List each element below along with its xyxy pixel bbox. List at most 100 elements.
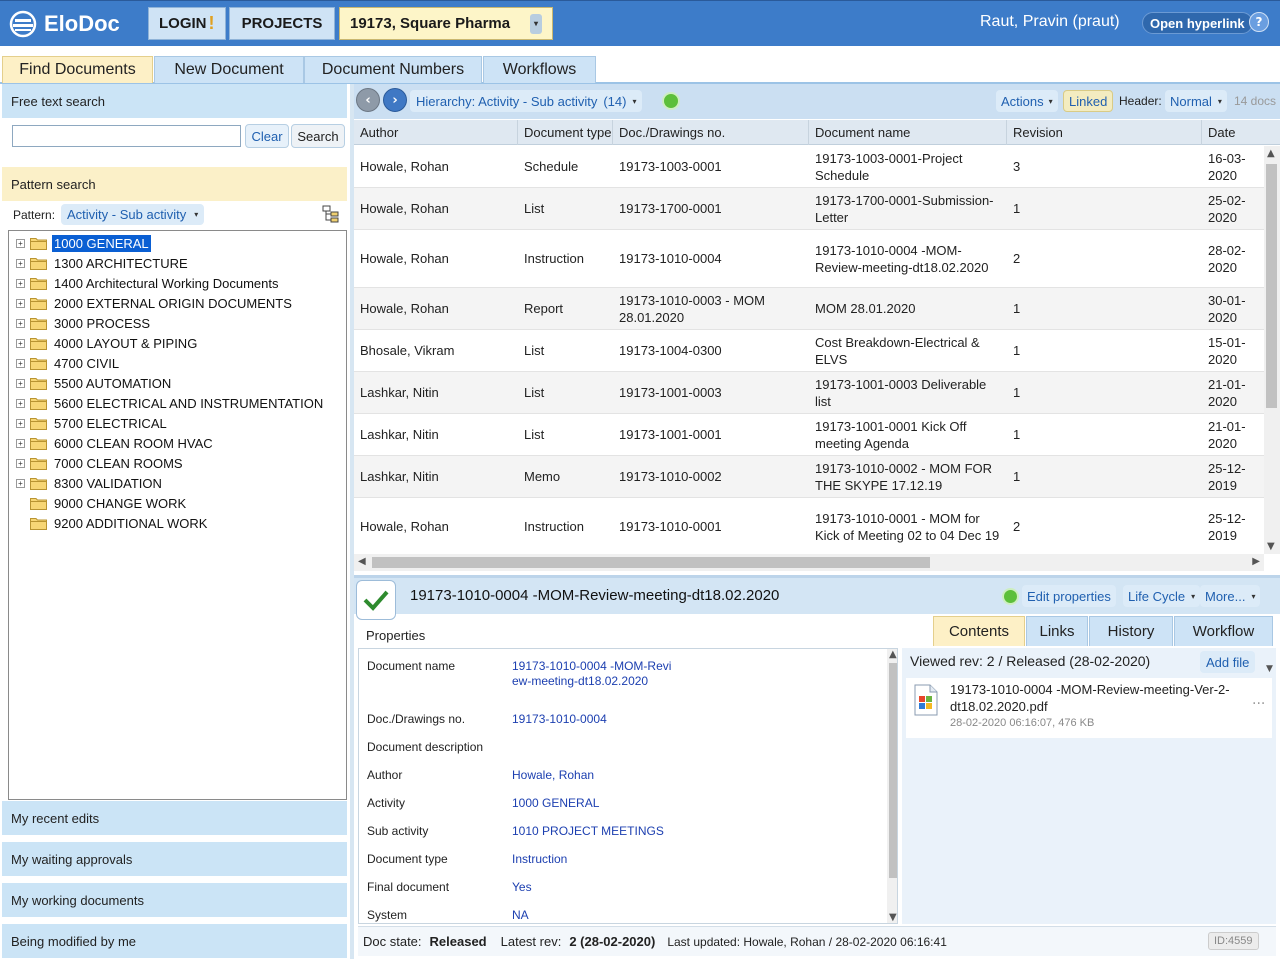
life-cycle-dropdown[interactable]: Life Cycle ▾ xyxy=(1123,585,1201,607)
search-button[interactable]: Search xyxy=(291,124,345,148)
expand-icon[interactable]: + xyxy=(16,398,25,408)
pattern-select[interactable]: Activity - Sub activity ▾ xyxy=(61,204,205,225)
add-file-button[interactable]: Add file xyxy=(1200,651,1256,673)
tree-node[interactable]: +1000 GENERAL xyxy=(9,233,346,253)
current-project-button[interactable]: 19173, Square Pharma ▾ xyxy=(339,7,553,40)
tree-node[interactable]: +7000 CLEAN ROOMS xyxy=(9,453,346,473)
grid-vertical-scrollbar[interactable]: ▲ ▼ xyxy=(1264,146,1280,554)
expand-icon[interactable]: + xyxy=(16,298,25,308)
projects-button[interactable]: PROJECTS xyxy=(229,7,335,40)
forward-arrow-icon[interactable]: › xyxy=(383,88,407,112)
tab-new-document[interactable]: New Document xyxy=(154,56,304,83)
linked-toggle[interactable]: Linked xyxy=(1063,90,1114,112)
expand-icon[interactable]: + xyxy=(16,318,25,328)
refresh-icon[interactable] xyxy=(662,92,680,110)
property-value[interactable]: Howale, Rohan xyxy=(512,768,682,783)
tree-node[interactable]: +5700 ELECTRICAL xyxy=(9,413,346,433)
tree-node[interactable]: +4700 CIVIL xyxy=(9,353,346,373)
expand-icon[interactable]: + xyxy=(16,338,25,348)
expand-icon[interactable]: + xyxy=(16,278,25,288)
property-value[interactable]: 1010 PROJECT MEETINGS xyxy=(512,824,682,839)
property-value[interactable]: Instruction xyxy=(512,852,682,867)
property-value[interactable]: 1000 GENERAL xyxy=(512,796,682,811)
back-arrow-icon[interactable]: ‹ xyxy=(356,88,380,112)
column-revision[interactable]: Revision xyxy=(1007,120,1202,145)
user-name[interactable]: Raut, Pravin (praut) xyxy=(980,13,1120,31)
scroll-down-icon[interactable]: ▼ xyxy=(1266,664,1273,674)
my-recent-edits-section[interactable]: My recent edits xyxy=(2,801,347,835)
tree-node[interactable]: +1300 ARCHITECTURE xyxy=(9,253,346,273)
edit-properties-button[interactable]: Edit properties xyxy=(1022,585,1116,607)
tab-workflows[interactable]: Workflows xyxy=(483,56,596,83)
chevron-down-icon[interactable]: ▾ xyxy=(530,13,542,34)
tab-document-numbers[interactable]: Document Numbers xyxy=(304,56,482,83)
column-document-name[interactable]: Document name xyxy=(809,120,1007,145)
free-text-search-input[interactable] xyxy=(12,125,241,147)
property-value[interactable]: NA xyxy=(512,908,682,923)
column-document-type[interactable]: Document type xyxy=(518,120,613,145)
pattern-search-header[interactable]: Pattern search xyxy=(2,167,347,201)
tree-node[interactable]: +3000 PROCESS xyxy=(9,313,346,333)
tree-node[interactable]: 9200 ADDITIONAL WORK xyxy=(9,513,346,533)
header-mode-dropdown[interactable]: Normal ▾ xyxy=(1165,90,1227,112)
tree-node[interactable]: +1400 Architectural Working Documents xyxy=(9,273,346,293)
tab-links[interactable]: Links xyxy=(1026,616,1088,646)
table-row[interactable]: Howale, Rohan Report 19173-1010-0003 - MOM… xyxy=(354,288,1264,330)
expand-icon[interactable]: + xyxy=(16,438,25,448)
open-hyperlink-button[interactable]: Open hyperlink xyxy=(1142,12,1253,34)
clear-button[interactable]: Clear xyxy=(245,124,289,148)
tree-node[interactable]: +8300 VALIDATION xyxy=(9,473,346,493)
file-item[interactable]: 19173-1010-0004 -MOM-Review-meeting-Ver-… xyxy=(906,678,1272,738)
tree-node[interactable]: +5600 ELECTRICAL AND INSTRUMENTATION xyxy=(9,393,346,413)
table-row[interactable]: Lashkar, Nitin List 19173-1001-0001 19173-1… xyxy=(354,414,1264,456)
login-button[interactable]: LOGIN! xyxy=(148,7,226,40)
expand-icon[interactable]: + xyxy=(16,458,25,468)
refresh-icon[interactable] xyxy=(1002,588,1019,605)
property-value[interactable]: 19173-1010-0004 xyxy=(512,712,682,727)
table-row[interactable]: Howale, Rohan Instruction 19173-1010-0004 1… xyxy=(354,230,1264,288)
tab-history[interactable]: History xyxy=(1089,616,1173,646)
column-author[interactable]: Author xyxy=(354,120,518,145)
tree-node[interactable]: +6000 CLEAN ROOM HVAC xyxy=(9,433,346,453)
property-value[interactable]: Yes xyxy=(512,880,682,895)
hierarchy-dropdown[interactable]: Hierarchy: Activity - Sub activity (14) … xyxy=(410,90,643,112)
tab-contents[interactable]: Contents xyxy=(933,616,1025,646)
table-row[interactable]: Lashkar, Nitin Memo 19173-1010-0002 19173-1… xyxy=(354,456,1264,498)
grid-horizontal-scroll-thumb[interactable] xyxy=(372,557,930,568)
free-text-search-header[interactable]: Free text search xyxy=(2,84,347,118)
properties-scroll-thumb[interactable] xyxy=(889,663,897,878)
table-row[interactable]: Howale, Rohan List 19173-1700-0001 19173-17… xyxy=(354,188,1264,230)
file-more-icon[interactable]: ... xyxy=(1252,692,1265,708)
my-waiting-approvals-section[interactable]: My waiting approvals xyxy=(2,842,347,876)
properties-scrollbar[interactable]: ▲ ▼ xyxy=(887,649,897,923)
tree-node[interactable]: 9000 CHANGE WORK xyxy=(9,493,346,513)
tree-view-icon[interactable] xyxy=(322,205,340,223)
scroll-up-icon[interactable]: ▲ xyxy=(889,649,897,660)
grid-vertical-scroll-thumb[interactable] xyxy=(1266,164,1277,408)
file-name[interactable]: 19173-1010-0004 -MOM-Review-meeting-Ver-… xyxy=(950,681,1240,715)
table-row[interactable]: Lashkar, Nitin List 19173-1001-0003 19173-1… xyxy=(354,372,1264,414)
scroll-down-icon[interactable]: ▼ xyxy=(1267,541,1275,552)
column-doc-number[interactable]: Doc./Drawings no. xyxy=(613,120,809,145)
scroll-down-icon[interactable]: ▼ xyxy=(889,912,897,923)
scroll-right-icon[interactable]: ▶ xyxy=(1252,556,1260,567)
table-row[interactable]: Howale, Rohan Schedule 19173-1003-0001 1917… xyxy=(354,146,1264,188)
expand-icon[interactable]: + xyxy=(16,418,25,428)
grid-horizontal-scrollbar[interactable]: ◀ ▶ xyxy=(354,554,1264,571)
table-row[interactable]: Howale, Rohan Instruction 19173-1010-0001 1… xyxy=(354,498,1264,556)
my-working-documents-section[interactable]: My working documents xyxy=(2,883,347,917)
app-logo[interactable]: EloDoc xyxy=(8,8,120,40)
scroll-up-icon[interactable]: ▲ xyxy=(1267,148,1275,159)
scroll-left-icon[interactable]: ◀ xyxy=(358,556,366,567)
being-modified-by-me-section[interactable]: Being modified by me xyxy=(2,924,347,958)
expand-icon[interactable]: + xyxy=(16,238,25,248)
tab-workflow[interactable]: Workflow xyxy=(1174,616,1273,646)
expand-icon[interactable]: + xyxy=(16,258,25,268)
expand-icon[interactable]: + xyxy=(16,378,25,388)
property-value[interactable]: 19173-1010-0004 -MOM-Review-meeting-dt18… xyxy=(512,659,677,689)
expand-icon[interactable]: + xyxy=(16,358,25,368)
tree-node[interactable]: +2000 EXTERNAL ORIGIN DOCUMENTS xyxy=(9,293,346,313)
tab-find-documents[interactable]: Find Documents xyxy=(2,56,153,83)
expand-icon[interactable]: + xyxy=(16,478,25,488)
table-row[interactable]: Bhosale, Vikram List 19173-1004-0300 Cost B… xyxy=(354,330,1264,372)
